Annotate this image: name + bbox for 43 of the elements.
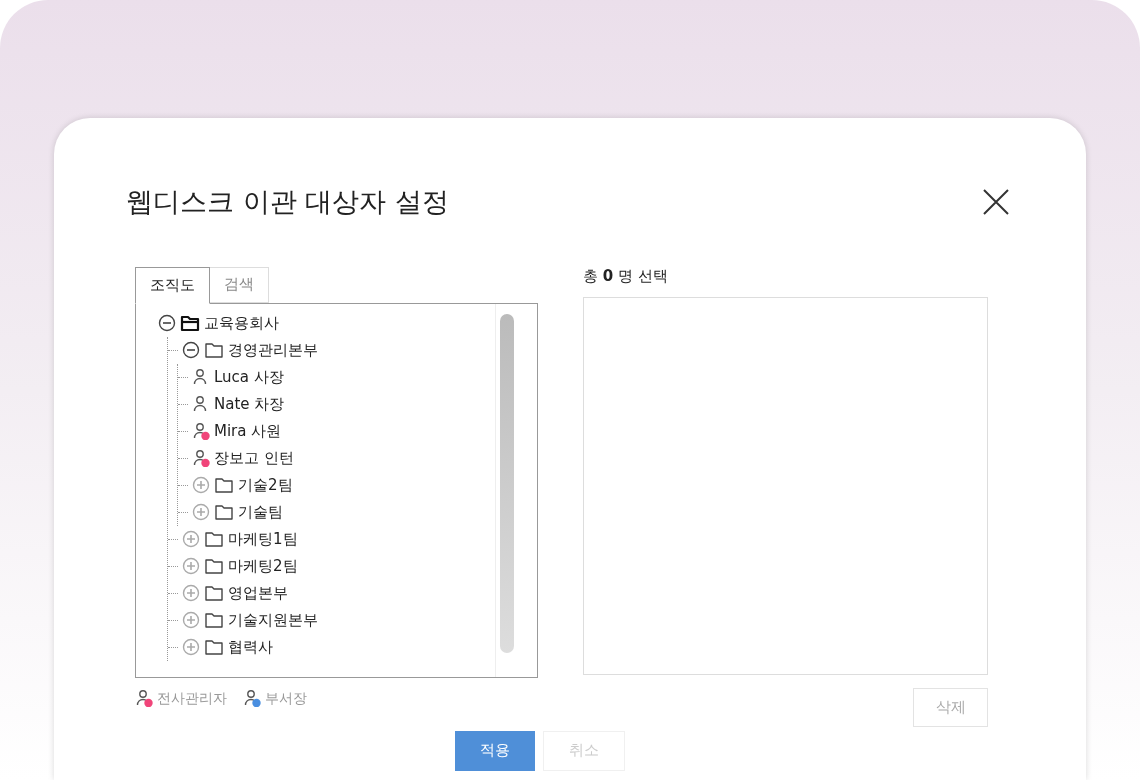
- person-icon: [192, 449, 210, 467]
- folder-label[interactable]: 마케팅1팀: [228, 527, 298, 551]
- selection-count: 총 0 명 선택: [583, 265, 669, 287]
- close-icon[interactable]: [982, 188, 1010, 217]
- tab[interactable]: 조직도: [135, 266, 210, 304]
- expand-icon[interactable]: [182, 557, 200, 575]
- person-label[interactable]: Nate 차장: [214, 392, 285, 416]
- folder-label[interactable]: 영업본부: [228, 581, 288, 605]
- folder-icon: [180, 314, 200, 332]
- expand-icon[interactable]: [182, 638, 200, 656]
- legend-label: 전사관리자: [157, 688, 227, 708]
- collapse-icon[interactable]: [182, 341, 200, 359]
- person-label[interactable]: 장보고 인턴: [214, 446, 294, 470]
- person-label[interactable]: Luca 사장: [214, 365, 284, 389]
- person-label[interactable]: Mira 사원: [214, 419, 282, 443]
- expand-icon[interactable]: [182, 584, 200, 602]
- folder-icon: [214, 503, 234, 521]
- folder-icon: [214, 476, 234, 494]
- scrollbar[interactable]: [495, 303, 517, 677]
- folder-icon: [204, 530, 224, 548]
- folder-icon: [204, 341, 224, 359]
- person-icon: [135, 689, 153, 707]
- expand-icon[interactable]: [192, 476, 210, 494]
- folder-label[interactable]: 교육용회사: [204, 311, 279, 335]
- person-icon: [243, 689, 261, 707]
- collapse-icon[interactable]: [158, 314, 176, 332]
- folder-label[interactable]: 경영관리본부: [228, 338, 318, 362]
- folder-label[interactable]: 기술지원본부: [228, 608, 318, 632]
- dialog-title: 웹디스크 이관 대상자 설정: [126, 185, 449, 219]
- expand-icon[interactable]: [192, 503, 210, 521]
- folder-label[interactable]: 기술2팀: [238, 473, 293, 497]
- tab[interactable]: 검색: [210, 266, 269, 303]
- person-icon: [192, 422, 210, 440]
- folder-label[interactable]: 마케팅2팀: [228, 554, 298, 578]
- folder-label[interactable]: 협력사: [228, 635, 273, 659]
- folder-icon: [204, 611, 224, 629]
- expand-icon[interactable]: [182, 530, 200, 548]
- folder-icon: [204, 638, 224, 656]
- folder-icon: [204, 584, 224, 602]
- folder-icon: [204, 557, 224, 575]
- folder-label[interactable]: 기술팀: [238, 500, 283, 524]
- legend-label: 부서장: [265, 688, 307, 708]
- expand-icon[interactable]: [182, 611, 200, 629]
